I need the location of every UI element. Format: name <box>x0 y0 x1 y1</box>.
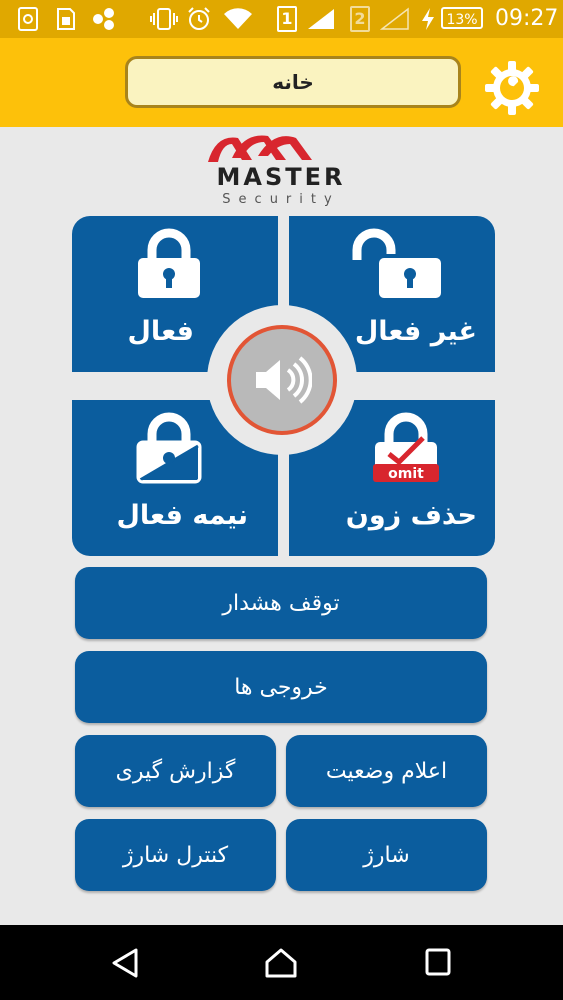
back-icon[interactable] <box>110 947 140 983</box>
clock: 09:27 <box>495 6 559 31</box>
settings-gear-icon[interactable] <box>482 58 542 118</box>
status-bar: 1 2 13% 09:27 <box>0 0 563 38</box>
sim1-badge: 1 <box>277 6 297 32</box>
alarm-clock-icon <box>186 6 212 32</box>
navigation-bar <box>0 925 563 1000</box>
charging-bolt-icon <box>420 6 436 32</box>
charge-button[interactable]: شارژ <box>286 819 487 891</box>
omit-badge: omit <box>388 466 424 482</box>
signal-strength-icon <box>306 6 336 32</box>
charge-control-button[interactable]: کنترل شارژ <box>75 819 276 891</box>
home-icon[interactable] <box>264 947 298 983</box>
status-report-button[interactable]: اعلام وضعیت <box>286 735 487 807</box>
center-ring <box>207 305 357 455</box>
lock-closed-icon <box>134 228 204 304</box>
omit-zone-label: حذف زون <box>345 500 477 531</box>
lock-omit-icon: omit <box>371 412 441 488</box>
arm-label: فعال <box>127 316 195 347</box>
wifi-icon <box>222 6 254 32</box>
speaker-icon <box>256 356 312 404</box>
vibrate-icon <box>150 6 178 32</box>
sim-card-icon <box>56 6 76 32</box>
outputs-button[interactable]: خروجی ها <box>75 651 487 723</box>
lock-half-icon <box>134 412 204 488</box>
logo-brand: MASTER <box>217 163 346 191</box>
disarm-label: غیر فعال <box>354 316 477 347</box>
master-security-logo: MASTER Security <box>186 130 376 208</box>
battery-indicator: 13% <box>441 7 483 29</box>
siren-button[interactable] <box>227 325 337 435</box>
reporting-button[interactable]: گزارش گیری <box>75 735 276 807</box>
logo-tagline: Security <box>222 192 339 207</box>
notification-app-icon <box>18 6 38 32</box>
app-bar: خانه <box>0 38 563 127</box>
stop-alarm-button[interactable]: توقف هشدار <box>75 567 487 639</box>
connection-icon <box>92 6 116 32</box>
recent-apps-icon[interactable] <box>424 947 452 981</box>
lock-open-icon <box>349 228 445 304</box>
page-title: خانه <box>125 56 461 108</box>
sim2-badge: 2 <box>350 6 370 32</box>
partial-arm-label: نیمه فعال <box>116 500 248 531</box>
signal-empty-icon <box>380 6 410 32</box>
